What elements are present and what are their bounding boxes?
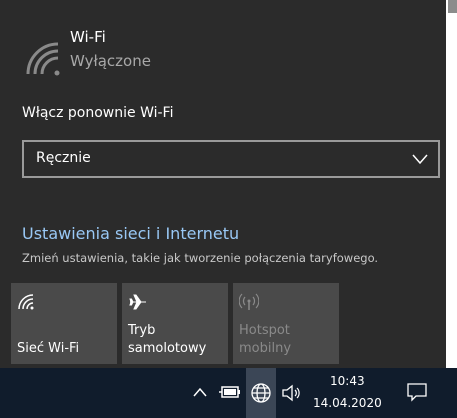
chevron-down-icon <box>412 154 428 165</box>
taskbar: 10:43 14.04.2020 <box>0 368 457 418</box>
tile-label-line2: mobilny <box>239 341 292 356</box>
reenable-wifi-label: Włącz ponownie Wi-Fi <box>22 105 174 121</box>
airplane-icon <box>129 294 146 310</box>
tile-wifi-network[interactable]: Sieć Wi-Fi <box>11 283 117 364</box>
wifi-icon <box>18 294 34 310</box>
tile-mobile-hotspot[interactable]: Hotspot mobilny <box>233 283 339 364</box>
network-settings-link[interactable]: Ustawienia sieci i Internetu <box>22 224 239 243</box>
tile-label-line1: Hotspot <box>239 323 290 338</box>
dropdown-selected-value: Ręcznie <box>36 150 91 166</box>
wifi-status: Wyłączone <box>70 52 151 70</box>
network-button[interactable] <box>246 368 276 418</box>
reenable-wifi-dropdown[interactable]: Ręcznie <box>22 140 440 178</box>
clock-time[interactable]: 10:43 <box>330 374 365 388</box>
tile-label-line1: Tryb <box>128 323 156 338</box>
hotspot-icon <box>239 293 259 310</box>
tile-airplane-mode[interactable]: Tryb samolotowy <box>122 283 228 364</box>
tile-label: Sieć Wi-Fi <box>17 341 80 356</box>
wifi-off-icon <box>26 42 60 76</box>
action-center-icon[interactable] <box>406 382 428 402</box>
tile-label: Tryb samolotowy <box>128 322 206 358</box>
tile-label-line2: samolotowy <box>128 341 207 356</box>
network-settings-description: Zmień ustawienia, takie jak tworzenie po… <box>22 251 379 265</box>
window-edge <box>446 0 457 368</box>
network-flyout: Wi-Fi Wyłączone Włącz ponownie Wi-Fi Ręc… <box>0 0 446 368</box>
clock-date[interactable]: 14.04.2020 <box>313 396 382 410</box>
wifi-title: Wi-Fi <box>70 28 106 46</box>
tile-label: Hotspot mobilny <box>239 322 291 358</box>
volume-icon[interactable] <box>281 384 301 402</box>
globe-icon <box>251 383 271 403</box>
scrollbar-thumb[interactable] <box>448 0 457 13</box>
chevron-up-icon[interactable] <box>192 386 208 398</box>
battery-icon[interactable] <box>219 385 241 399</box>
